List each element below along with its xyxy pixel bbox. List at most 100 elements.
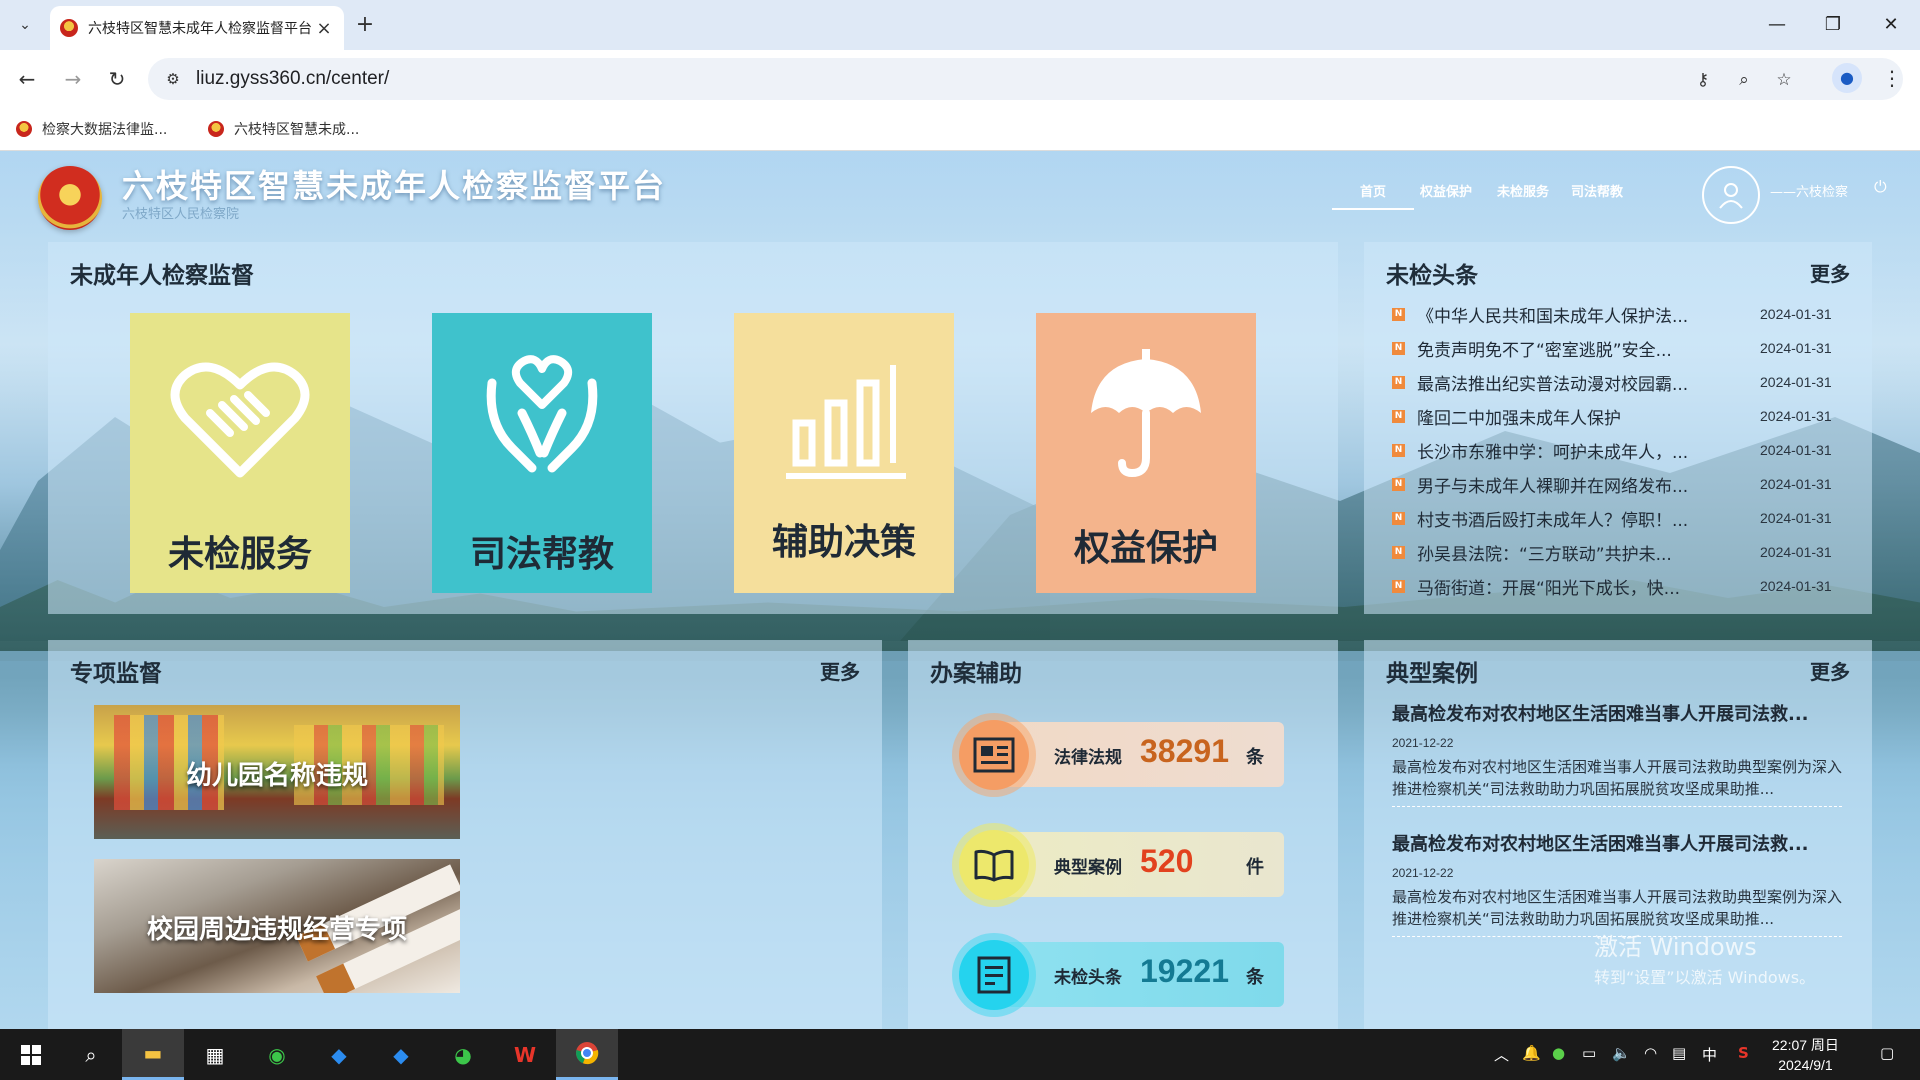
site-title: 六枝特区智慧未成年人检察监督平台 xyxy=(122,167,667,205)
network-icon[interactable]: ◠ xyxy=(1644,1044,1657,1062)
reload-icon[interactable]: ↻ xyxy=(102,64,132,94)
case-description: 最高检发布对农村地区生活困难当事人开展司法救助典型案例为深入推进检察机关“司法救… xyxy=(1392,758,1843,798)
news-title[interactable]: 《中华人民共和国未成年人保护法... xyxy=(1417,302,1707,327)
volume-mute-icon[interactable]: 🔈 xyxy=(1612,1044,1631,1062)
nav-rights-protection[interactable]: 权益保护 xyxy=(1420,181,1472,200)
case-item[interactable]: 最高检发布对农村地区生活困难当事人开展司法救... 2021-12-22 最高检… xyxy=(1392,700,1842,807)
tile-rights-protection[interactable]: 权益保护 xyxy=(1036,313,1256,593)
browser-menu-icon[interactable]: ⋮ xyxy=(1880,63,1904,93)
site-info-icon[interactable]: ⚙ xyxy=(162,68,184,90)
nav-home[interactable]: 首页 xyxy=(1332,181,1415,210)
restore-icon[interactable]: ❐ xyxy=(1818,10,1848,40)
more-link[interactable]: 更多 xyxy=(820,656,860,685)
case-description: 最高检发布对农村地区生活困难当事人开展司法救助典型案例为深入推进检察机关“司法救… xyxy=(1392,888,1843,928)
news-item[interactable]: N 孙吴县法院：“三方联动”共护未... 2024-01-31 xyxy=(1392,540,1842,565)
url-text[interactable]: liuz.gyss360.cn/center/ xyxy=(196,68,389,90)
news-item[interactable]: N 《中华人民共和国未成年人保护法... 2024-01-31 xyxy=(1392,302,1842,327)
new-tab-button[interactable]: + xyxy=(352,12,378,38)
special-card-kindergarten[interactable]: 幼儿园名称违规 xyxy=(94,705,460,839)
news-date: 2024-01-31 xyxy=(1760,544,1832,560)
logout-icon[interactable]: ⏻ xyxy=(1874,177,1887,197)
profile-icon[interactable]: ● xyxy=(1832,63,1862,93)
stat-headlines[interactable]: 未检头条 19221 条 xyxy=(952,925,1284,1017)
news-date: 2024-01-31 xyxy=(1760,374,1832,390)
more-link[interactable]: 更多 xyxy=(1810,656,1850,685)
stat-typical-cases[interactable]: 典型案例 520 件 xyxy=(952,815,1284,907)
news-item[interactable]: N 最高法推出纪实普法动漫对校园霸... 2024-01-31 xyxy=(1392,370,1842,395)
news-item[interactable]: N 马衙街道：开展“阳光下成长，快... 2024-01-31 xyxy=(1392,574,1842,599)
tile-juvenile-service[interactable]: 未检服务 xyxy=(130,313,350,593)
windows-logo-icon xyxy=(21,1044,41,1065)
back-icon[interactable]: ← xyxy=(12,64,42,94)
stat-laws[interactable]: 法律法规 38291 条 xyxy=(952,705,1284,797)
tile-judicial-help[interactable]: 司法帮教 xyxy=(432,313,652,593)
windows-start-icon[interactable] xyxy=(0,1029,62,1080)
case-title[interactable]: 最高检发布对农村地区生活困难当事人开展司法救... xyxy=(1392,830,1832,856)
notification-bell-icon[interactable]: 🔔 xyxy=(1522,1044,1541,1062)
news-item[interactable]: N 免责声明免不了“密室逃脱”安全... 2024-01-31 xyxy=(1392,336,1842,361)
news-title[interactable]: 隆回二中加强未成年人保护 xyxy=(1417,404,1707,429)
news-item[interactable]: N 隆回二中加强未成年人保护 2024-01-31 xyxy=(1392,404,1842,429)
news-title[interactable]: 马衙街道：开展“阳光下成长，快... xyxy=(1417,574,1707,599)
news-date: 2024-01-31 xyxy=(1760,476,1832,492)
browser-e-icon[interactable]: ◉ xyxy=(246,1029,308,1080)
ime-indicator[interactable]: 中 xyxy=(1702,1044,1717,1065)
news-title[interactable]: 免责声明免不了“密室逃脱”安全... xyxy=(1417,336,1707,361)
browser-tab[interactable]: 六枝特区智慧未成年人检察监督平台 × xyxy=(50,6,344,50)
news-date: 2024-01-31 xyxy=(1760,306,1832,322)
watermark-line: 激活 Windows xyxy=(1594,933,1757,961)
news-date: 2024-01-31 xyxy=(1760,340,1832,356)
battery-icon[interactable]: ▭ xyxy=(1582,1044,1596,1062)
bookmark-star-icon[interactable]: ☆ xyxy=(1772,68,1796,92)
stat-label: 未检头条 xyxy=(1054,968,1122,988)
more-link[interactable]: 更多 xyxy=(1810,258,1850,287)
news-item[interactable]: N 长沙市东雅中学：呵护未成年人，... 2024-01-31 xyxy=(1392,438,1842,463)
address-bar[interactable]: ⚙ liuz.gyss360.cn/center/ ⚷ ⌕ ☆ xyxy=(148,58,1903,100)
news-title[interactable]: 孙吴县法院：“三方联动”共护未... xyxy=(1417,540,1707,565)
news-item[interactable]: N 男子与未成年人裸聊并在网络发布... 2024-01-31 xyxy=(1392,472,1842,497)
show-desktop-icon[interactable]: ▢ xyxy=(1880,1044,1894,1062)
tab-search-icon[interactable]: ⌄ xyxy=(10,10,40,40)
special-card-campus-business[interactable]: 校园周边违规经营专项 xyxy=(94,859,460,993)
stat-unit: 条 xyxy=(1246,747,1264,768)
wps-icon[interactable]: W xyxy=(494,1029,556,1080)
special-supervision-panel: 专项监督 更多 幼儿园名称违规 校园周边违规经营专项 xyxy=(48,640,882,1029)
bookmark-item[interactable]: 检察大数据法律监... xyxy=(16,118,167,140)
tile-decision-support[interactable]: 辅助决策 xyxy=(734,313,954,593)
wechat-icon[interactable]: ◕ xyxy=(432,1029,494,1080)
minimize-icon[interactable]: — xyxy=(1762,10,1792,40)
tray-app-icon[interactable]: ● xyxy=(1552,1044,1565,1062)
file-explorer-icon[interactable]: ▬ xyxy=(122,1029,184,1080)
user-avatar[interactable] xyxy=(1702,166,1760,224)
panel-title: 专项监督 xyxy=(70,661,162,687)
nav-judicial-help[interactable]: 司法帮教 xyxy=(1571,181,1623,200)
tray-chevron-icon[interactable]: ︿ xyxy=(1494,1044,1509,1065)
news-item[interactable]: N 村支书酒后殴打未成年人？停职！... 2024-01-31 xyxy=(1392,506,1842,531)
case-item[interactable]: 最高检发布对农村地区生活困难当事人开展司法救... 2021-12-22 最高检… xyxy=(1392,830,1842,937)
news-title[interactable]: 男子与未成年人裸聊并在网络发布... xyxy=(1417,472,1707,497)
system-clock[interactable]: 22:07 周日 2024/9/1 xyxy=(1772,1035,1839,1075)
app-feishu-icon[interactable]: ◆ xyxy=(308,1029,370,1080)
forward-icon[interactable]: → xyxy=(58,64,88,94)
tab-close-icon[interactable]: × xyxy=(314,18,334,39)
password-key-icon[interactable]: ⚷ xyxy=(1691,68,1715,92)
news-title[interactable]: 长沙市东雅中学：呵护未成年人，... xyxy=(1417,438,1707,463)
zoom-icon[interactable]: ⌕ xyxy=(1732,68,1756,92)
news-title[interactable]: 最高法推出纪实普法动漫对校园霸... xyxy=(1417,370,1707,395)
supervision-panel: 未成年人检察监督 未检服务 司法帮教 辅助决策 权益保护 xyxy=(48,242,1338,614)
search-icon[interactable]: ⌕ xyxy=(60,1029,122,1080)
nav-juvenile-service[interactable]: 未检服务 xyxy=(1497,181,1549,200)
stat-circle xyxy=(952,713,1036,797)
news-title[interactable]: 村支书酒后殴打未成年人？停职！... xyxy=(1417,506,1707,531)
sogou-ime-icon[interactable]: S xyxy=(1738,1044,1749,1062)
news-badge-icon: N xyxy=(1392,477,1405,491)
case-title[interactable]: 最高检发布对农村地区生活困难当事人开展司法救... xyxy=(1392,700,1832,726)
chrome-icon[interactable] xyxy=(556,1029,618,1080)
message-icon[interactable]: ▤ xyxy=(1672,1044,1686,1062)
store-icon[interactable]: ▦ xyxy=(184,1029,246,1080)
stat-label: 典型案例 xyxy=(1054,858,1122,878)
window-close-icon[interactable]: ✕ xyxy=(1876,10,1906,40)
app-dingtalk-icon[interactable]: ◆ xyxy=(370,1029,432,1080)
bookmark-item[interactable]: 六枝特区智慧未成... xyxy=(208,118,359,140)
case-assist-panel: 办案辅助 法律法规 38291 条 典型案例 520 件 未检头条 19221 … xyxy=(908,640,1338,1029)
